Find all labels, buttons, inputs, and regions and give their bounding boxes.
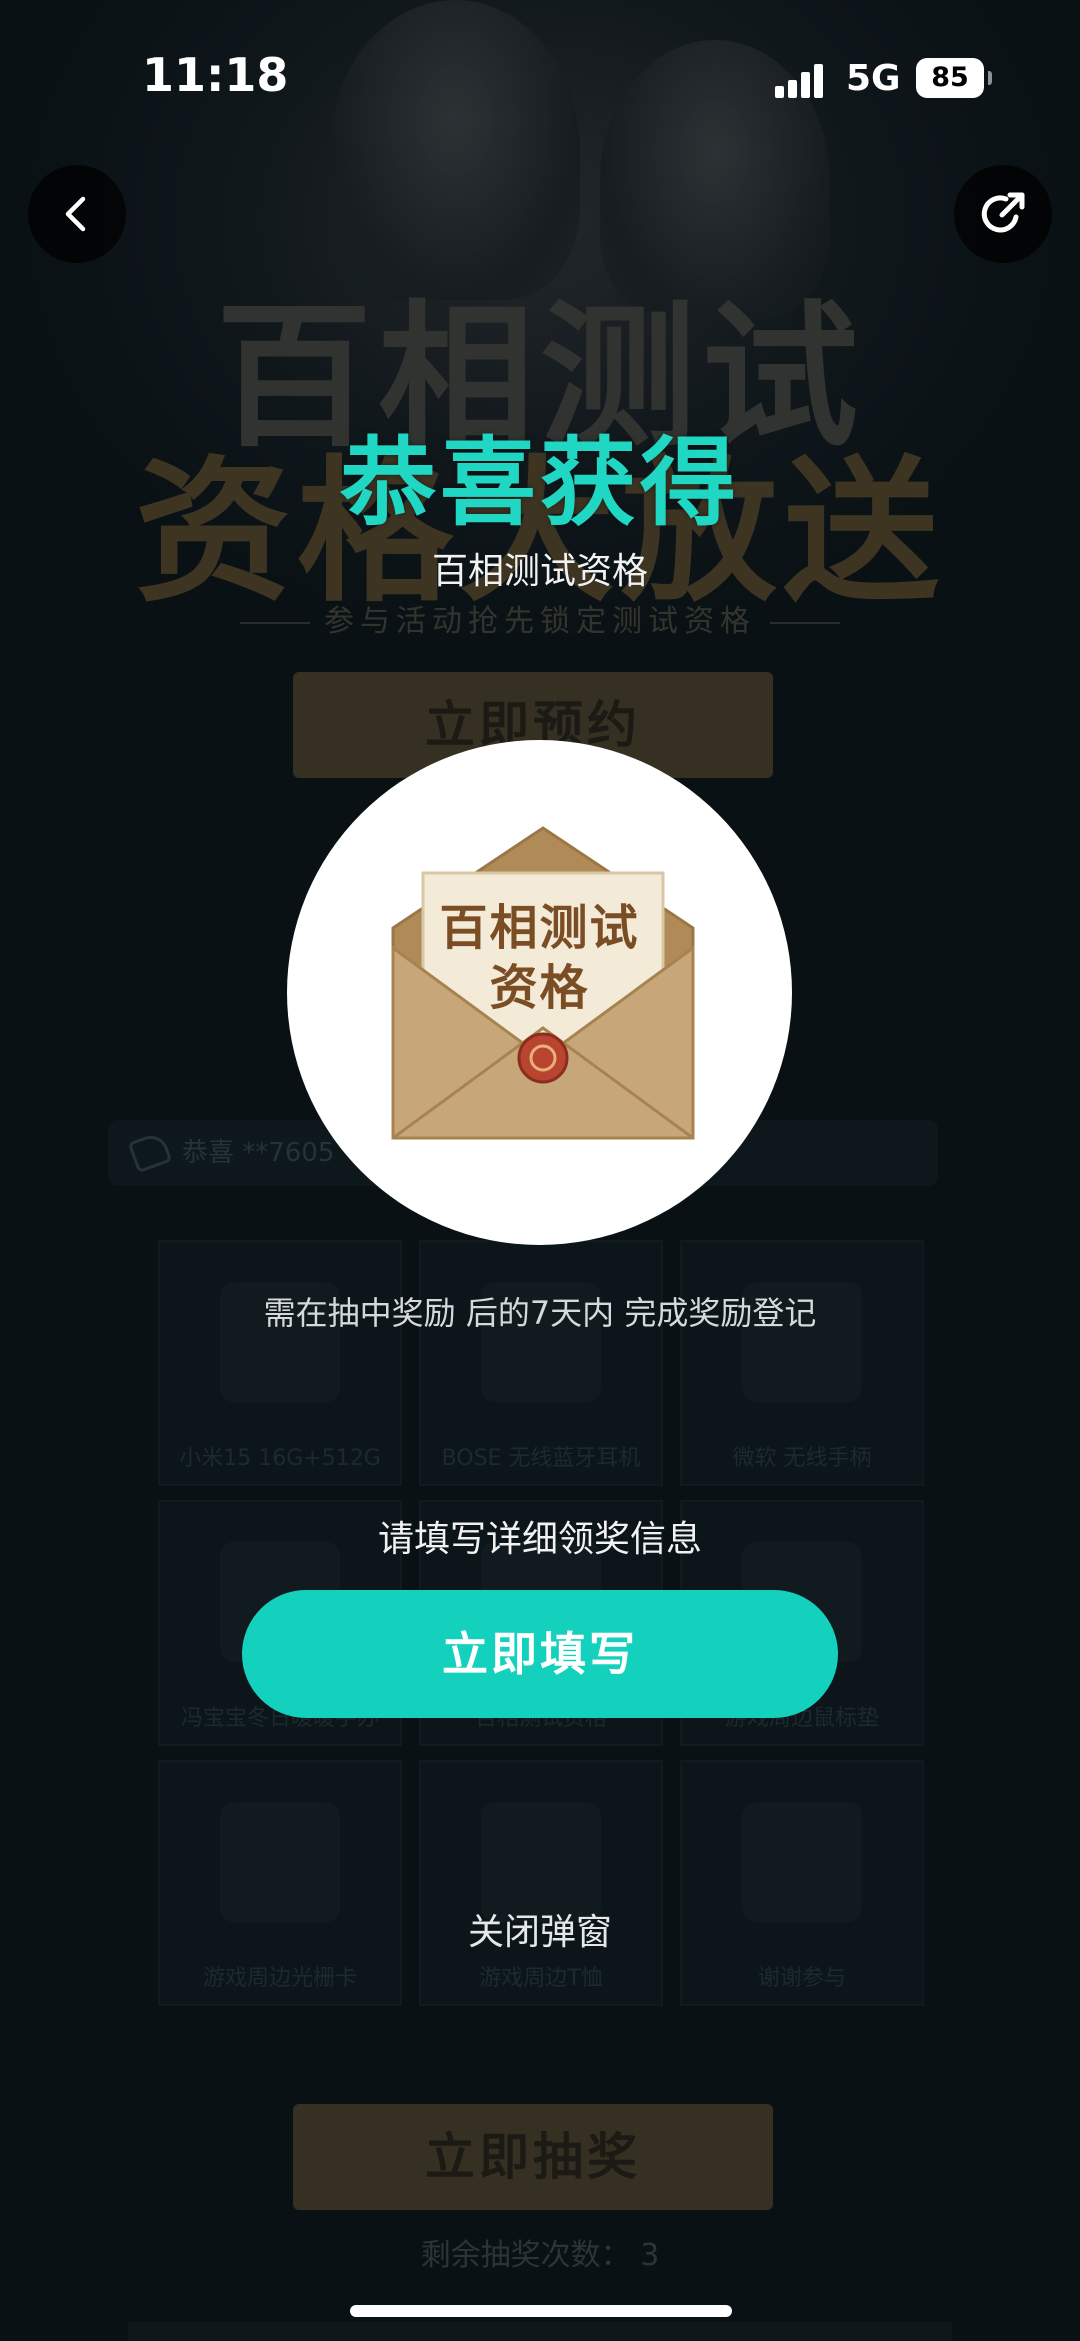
close-popup-button[interactable]: 关闭弹窗 — [0, 1903, 1080, 1955]
prize-image-text-line2: 资格 — [489, 960, 590, 1016]
battery-level: 85 — [931, 62, 969, 93]
chevron-left-icon — [65, 196, 86, 232]
popup-title: 恭喜获得 — [340, 427, 740, 539]
status-time: 11:18 — [142, 48, 289, 102]
battery-icon: 85 — [916, 58, 992, 98]
share-icon — [981, 192, 1025, 233]
status-bar: 11:18 5G 85 — [0, 0, 1080, 150]
home-indicator — [350, 2305, 732, 2317]
registration-notice: 需在抽中奖励 后的7天内 完成奖励登记 — [263, 1294, 817, 1332]
share-button[interactable] — [954, 165, 1052, 263]
popup-subtitle: 百相测试资格 — [431, 551, 648, 592]
fill-now-button[interactable]: 立即填写 — [242, 1590, 838, 1718]
fill-info-hint: 请填写详细领奖信息 — [377, 1519, 702, 1560]
prize-image-text-line1: 百相测试 — [439, 900, 640, 956]
signal-icon — [775, 62, 829, 98]
back-button[interactable] — [28, 165, 126, 263]
prize-image: 百相测试 资格 — [287, 740, 792, 1245]
network-type: 5G — [846, 58, 901, 99]
